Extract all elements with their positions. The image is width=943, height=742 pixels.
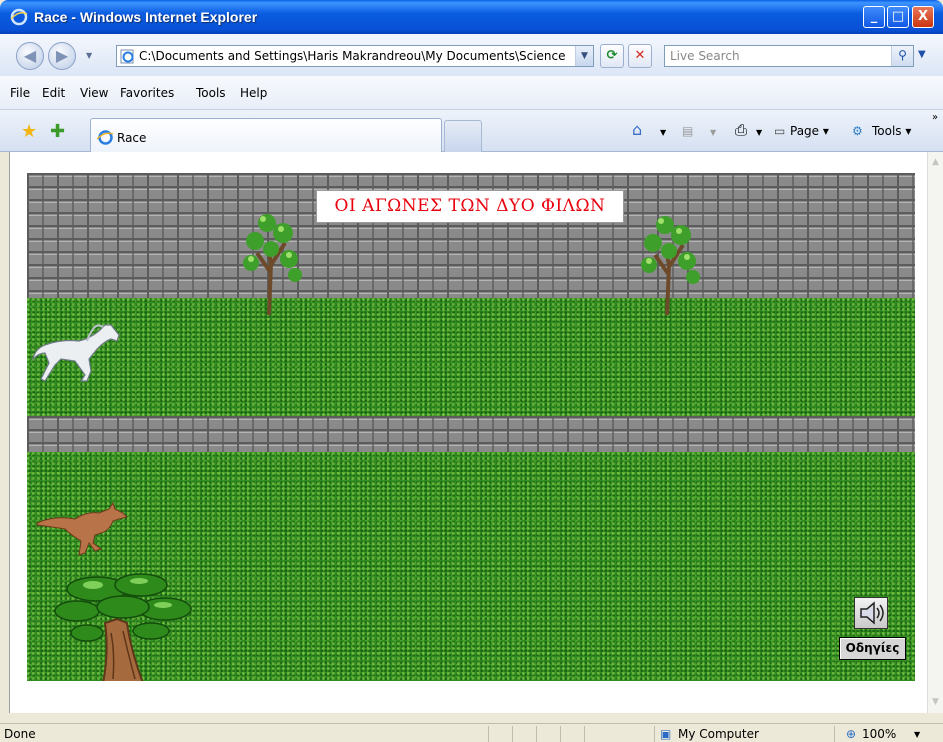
security-zone: My Computer [678,727,759,741]
tools-menu-button[interactable]: Tools ▾ [872,124,911,138]
vertical-scrollbar[interactable]: ▲ ▼ [927,152,943,713]
status-bar: Done ▣ My Computer ⊕ 100% ▼ [0,723,943,742]
address-dropdown-chevron-icon[interactable]: ▼ [575,46,593,66]
my-computer-icon: ▣ [660,727,672,741]
tools-gear-icon: ⚙ [852,124,863,138]
favorites-star-icon[interactable]: ★ [21,121,37,142]
search-options-chevron-icon[interactable]: ▼ [918,49,926,60]
print-icon[interactable]: ⎙ [735,121,747,139]
big-tree-icon [54,573,192,681]
status-divider [536,726,537,742]
status-divider [834,726,835,742]
feeds-icon[interactable]: ▤ [682,124,693,138]
tools-menu-label: Tools [872,124,902,138]
browser-window: Race - Windows Internet Explorer _ □ X ◀… [0,0,943,742]
search-input[interactable]: Live Search ⚲ [664,45,914,67]
status-text: Done [4,727,36,741]
recent-pages-chevron-icon[interactable]: ▼ [86,51,92,60]
page-menu-label: Page [790,124,820,138]
zoom-icon[interactable]: ⊕ [846,727,856,741]
minimize-button[interactable]: _ [863,6,885,28]
status-divider [584,726,585,742]
menu-item-tools[interactable]: Tools [196,86,226,100]
game-title-banner: ΟΙ ΑΓΩΝΕΣ ΤΩΝ ΔΥΟ ΦΙΛΩΝ [316,190,624,223]
instructions-button[interactable]: Οδηγίες [839,637,906,660]
race-game-scene: ΟΙ ΑΓΩΝΕΣ ΤΩΝ ΔΥΟ ΦΙΛΩΝ Οδηγίες [27,173,915,681]
page-menu-button[interactable]: Page ▾ [790,124,829,138]
stop-button[interactable]: ✕ [628,44,652,68]
status-divider [488,726,489,742]
search-placeholder: Live Search [670,49,740,63]
menu-item-edit[interactable]: Edit [42,86,65,100]
new-tab-button[interactable] [444,120,482,152]
kangaroo-icon[interactable] [35,501,131,557]
print-chevron-icon[interactable]: ▼ [756,128,762,137]
feeds-chevron-icon: ▼ [710,128,717,137]
menu-item-help[interactable]: Help [240,86,267,100]
scroll-up-icon[interactable]: ▲ [928,154,943,170]
menu-item-favorites[interactable]: Favorites [120,86,174,100]
speaker-icon [860,601,884,625]
title-bar[interactable]: Race - Windows Internet Explorer _ □ X [0,0,943,34]
tab-ie-icon [97,130,114,145]
status-divider [560,726,561,742]
sound-button[interactable] [854,597,888,629]
menu-bar: File Edit View Favorites Tools Help [0,76,943,110]
wall-tree-right-icon [641,216,700,315]
refresh-button[interactable]: ⟳ [600,44,624,68]
scroll-down-icon[interactable]: ▼ [928,694,943,710]
address-toolbar: ◀ ▶ ▼ C:\Documents and Settings\Haris Ma… [0,34,943,76]
page-ie-icon [120,49,134,64]
status-divider [512,726,513,742]
home-icon[interactable]: ⌂ [632,120,642,139]
forward-button[interactable]: ▶ [48,42,76,70]
tab-race[interactable]: Race [90,118,442,152]
horse-icon[interactable] [31,319,121,385]
ie-logo-icon [10,8,28,26]
zoom-chevron-icon[interactable]: ▼ [914,730,920,739]
close-button[interactable]: X [912,6,934,28]
toolbar-overflow-icon[interactable]: » [932,112,938,123]
add-favorite-icon[interactable]: ✚ [50,121,65,142]
menu-item-file[interactable]: File [10,86,30,100]
menu-item-view[interactable]: View [80,86,108,100]
middle-stone-wall [27,416,915,452]
tab-label: Race [117,131,147,145]
page-icon: ▭ [774,124,786,138]
window-title: Race - Windows Internet Explorer [34,9,258,25]
back-button[interactable]: ◀ [16,42,44,70]
zoom-level[interactable]: 100% [862,727,896,741]
address-field[interactable]: C:\Documents and Settings\Haris Makrandr… [116,45,594,67]
search-icon[interactable]: ⚲ [891,46,913,66]
home-chevron-icon[interactable]: ▼ [660,128,666,137]
tab-bar: ★ ✚ Race ⌂ ▼ ▤ ▼ ⎙ ▼ ▭ Page ▾ ⚙ Tools ▾ … [0,110,943,152]
maximize-button[interactable]: □ [887,6,909,28]
wall-tree-left-icon [243,214,302,315]
upper-lane-grass [27,298,915,416]
status-divider [654,726,655,742]
url-text: C:\Documents and Settings\Haris Makrandr… [139,49,569,63]
